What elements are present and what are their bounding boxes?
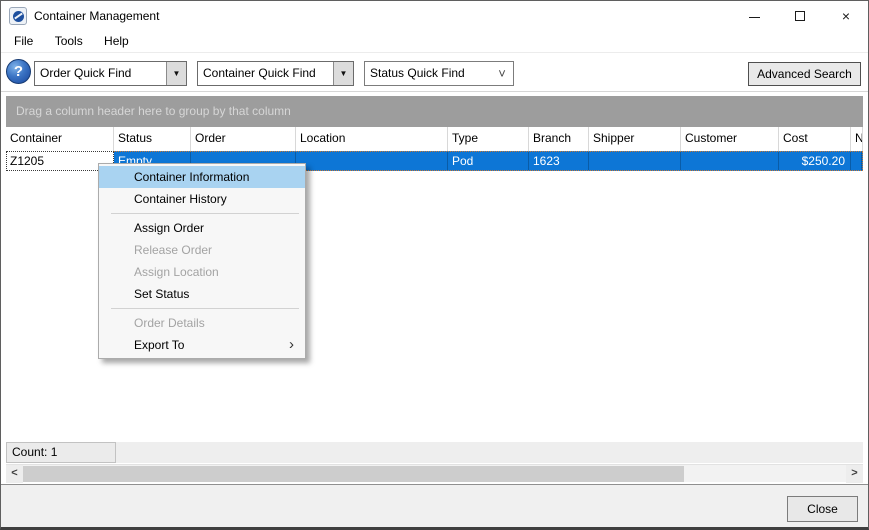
cell-cost[interactable]: $250.20 (779, 152, 851, 170)
column-header-shipper[interactable]: Shipper (589, 127, 681, 151)
close-window-button[interactable]: × (830, 1, 862, 31)
cell-notes[interactable] (851, 152, 862, 170)
title-bar: Container Management × (1, 1, 868, 31)
window-title: Container Management (34, 9, 160, 23)
menu-item-export-to[interactable]: Export To › (99, 334, 305, 356)
scrollbar-thumb[interactable] (23, 466, 684, 482)
container-quick-find-dropdown[interactable]: Container Quick Find ▼ (197, 61, 354, 86)
column-header-order[interactable]: Order (191, 127, 296, 151)
dropdown-arrow-icon: ▼ (333, 62, 353, 85)
column-header-container[interactable]: Container (6, 127, 114, 151)
menu-item-assign-location: Assign Location (134, 265, 219, 279)
context-menu: Container Information Container History … (98, 163, 306, 359)
menu-bar: File Tools Help (1, 31, 868, 53)
scroll-right-button[interactable]: > (846, 465, 863, 483)
scroll-left-icon: < (11, 467, 18, 479)
record-count: Count: 1 (6, 442, 116, 463)
menu-item-assign-order[interactable]: Assign Order (99, 217, 305, 239)
cell-type[interactable]: Pod (448, 152, 529, 170)
column-header-customer[interactable]: Customer (681, 127, 779, 151)
status-quick-find-label: Status Quick Find (370, 66, 465, 80)
maximize-icon (795, 10, 805, 21)
scroll-left-button[interactable]: < (6, 465, 23, 483)
column-header-branch[interactable]: Branch (529, 127, 589, 151)
column-header-status[interactable]: Status (114, 127, 191, 151)
menu-tools[interactable]: Tools (46, 31, 92, 52)
column-header-notes[interactable]: N (851, 127, 863, 151)
toolbar: ? Order Quick Find ▼ Container Quick Fin… (1, 54, 868, 92)
close-icon: × (841, 8, 851, 24)
cell-branch[interactable]: 1623 (529, 152, 589, 170)
dropdown-arrow-icon: ▼ (166, 62, 186, 85)
column-header-location[interactable]: Location (296, 127, 448, 151)
column-header-type[interactable]: Type (448, 127, 529, 151)
menu-item-order-details: Order Details (134, 316, 205, 330)
advanced-search-button[interactable]: Advanced Search (748, 62, 861, 86)
status-quick-find-dropdown[interactable]: Status Quick Find ˅ (364, 61, 514, 86)
footer-panel: Close (1, 485, 868, 527)
cell-location[interactable] (296, 152, 448, 170)
menu-separator (111, 213, 299, 214)
minimize-button[interactable] (738, 1, 770, 31)
column-header-cost[interactable]: Cost (779, 127, 851, 151)
help-icon[interactable]: ? (6, 59, 31, 84)
menu-help[interactable]: Help (95, 31, 138, 52)
menu-item-container-history[interactable]: Container History (99, 188, 305, 210)
horizontal-scrollbar[interactable]: < > (6, 464, 863, 483)
app-icon (9, 7, 27, 25)
cell-customer[interactable] (681, 152, 779, 170)
group-by-drop-zone[interactable]: Drag a column header here to group by th… (6, 96, 863, 127)
container-quick-find-label: Container Quick Find (203, 66, 316, 80)
order-quick-find-dropdown[interactable]: Order Quick Find ▼ (34, 61, 187, 86)
menu-file[interactable]: File (5, 31, 42, 52)
scroll-right-icon: > (851, 467, 858, 479)
cell-shipper[interactable] (589, 152, 681, 170)
container-management-window: Container Management × File Tools Help ?… (0, 0, 869, 530)
status-bar: Count: 1 (6, 442, 863, 463)
close-button[interactable]: Close (787, 496, 858, 522)
grid-header-row: Container Status Order Location Type Bra… (6, 127, 863, 151)
menu-item-set-status[interactable]: Set Status (99, 283, 305, 305)
chevron-down-icon: ˅ (498, 66, 506, 81)
menu-item-container-information[interactable]: Container Information (99, 166, 305, 188)
menu-separator (111, 308, 299, 309)
minimize-icon (748, 16, 760, 18)
order-quick-find-label: Order Quick Find (40, 66, 132, 80)
submenu-arrow-icon: › (289, 336, 294, 353)
maximize-button[interactable] (784, 1, 816, 31)
menu-item-release-order: Release Order (134, 243, 213, 257)
